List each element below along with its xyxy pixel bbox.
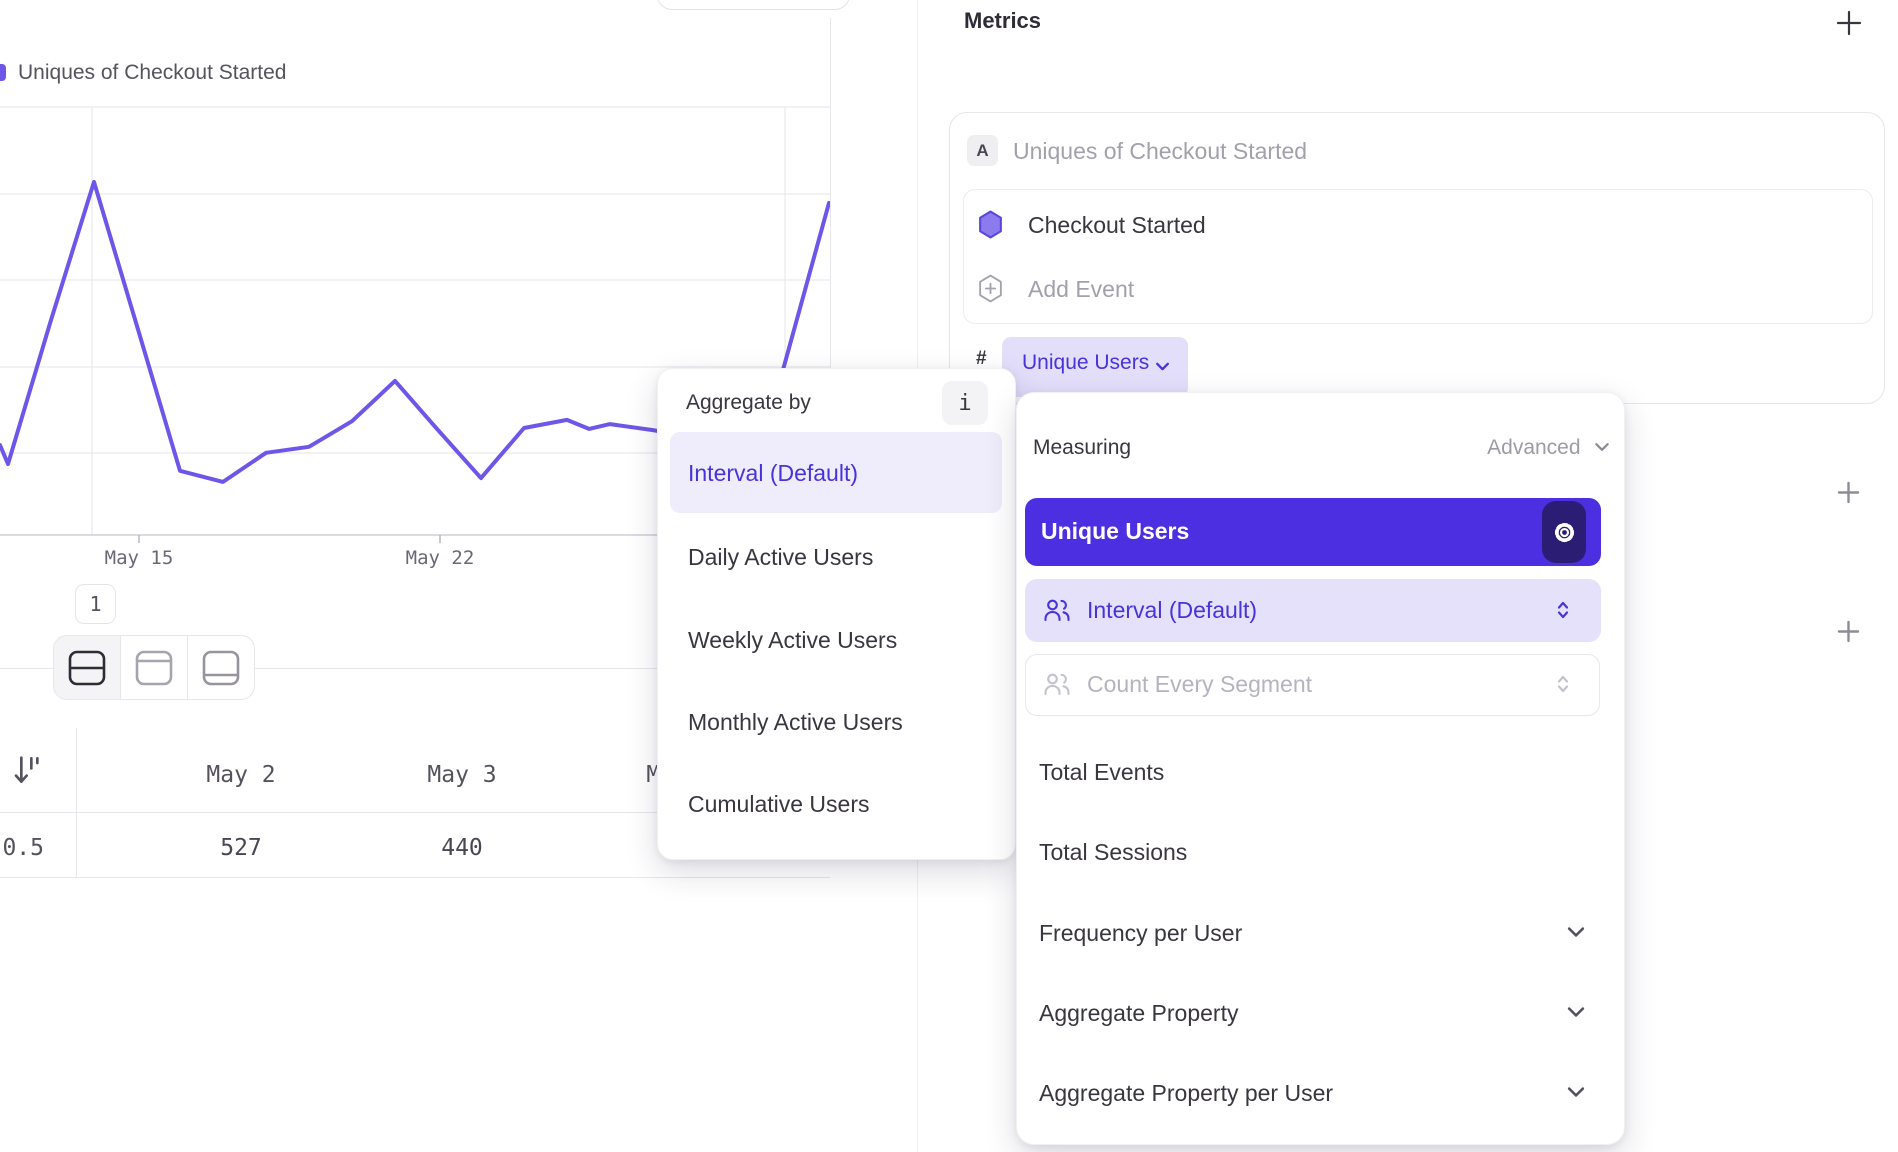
measure-chip-label: Unique Users: [1022, 351, 1149, 375]
measuring-title: Measuring: [1033, 436, 1131, 460]
sort-icon[interactable]: [12, 752, 44, 790]
measuring-option[interactable]: Frequency per User: [1039, 921, 1242, 945]
metrics-heading: Metrics: [964, 8, 1041, 34]
metric-badge: A: [967, 135, 998, 166]
add-filter-button[interactable]: [1837, 481, 1860, 504]
measure-settings-button[interactable]: [1542, 501, 1586, 563]
metric-title[interactable]: Uniques of Checkout Started: [1013, 138, 1307, 165]
table-cell: 440: [382, 835, 542, 861]
svg-text:May 15: May 15: [105, 547, 174, 569]
users-icon: [1042, 596, 1072, 624]
chevron-down-icon: [1565, 921, 1587, 943]
aggregate-option[interactable]: Weekly Active Users: [688, 628, 897, 652]
aggregate-by-title: Aggregate by: [686, 391, 811, 415]
layout-split-icon: [68, 650, 106, 686]
chevron-down-icon: [1154, 358, 1171, 375]
layout-header-icon: [135, 650, 173, 686]
chevron-up-down-icon: [1551, 672, 1575, 696]
count-every-segment-label: Count Every Segment: [1087, 672, 1312, 696]
hexagon-icon: [978, 210, 1003, 239]
add-metric-button[interactable]: [1835, 9, 1863, 37]
chevron-down-icon: [1565, 1081, 1587, 1103]
advanced-label: Advanced: [1487, 436, 1580, 459]
plus-icon: [1837, 481, 1860, 504]
hexagon-plus-icon: [978, 274, 1003, 303]
plus-icon: [1837, 620, 1860, 643]
layout-split-button[interactable]: [54, 636, 121, 699]
layout-header-button[interactable]: [121, 636, 188, 699]
table-row-border: [0, 877, 830, 878]
table-cell: 527: [161, 835, 321, 861]
chevron-up-down-icon: [1551, 598, 1575, 622]
users-icon: [1042, 670, 1072, 698]
plus-icon: [1835, 9, 1863, 37]
aggregate-option[interactable]: Cumulative Users: [688, 792, 870, 816]
measuring-option[interactable]: Total Events: [1039, 760, 1164, 784]
layout-toggle: [53, 635, 255, 700]
aggregate-option-selected[interactable]: Interval (Default): [670, 432, 1002, 513]
aggregate-option-label: Interval (Default): [688, 461, 858, 485]
operator-symbol: #: [976, 348, 987, 370]
table-row-label: 0.5: [0, 835, 44, 861]
event-group-card: [963, 189, 1873, 324]
aggregate-by-popup: Aggregate by i Interval (Default) Daily …: [657, 368, 1016, 860]
info-button[interactable]: i: [942, 381, 988, 425]
insights-report-page: Uniques of Checkout Started May 15 May 22…: [0, 0, 1898, 1152]
measuring-popup: Measuring Advanced Unique Users: [1016, 392, 1625, 1145]
interval-row-label: Interval (Default): [1087, 598, 1257, 622]
count-every-segment-row[interactable]: Count Every Segment: [1025, 654, 1600, 716]
table-vertical-border: [76, 728, 77, 878]
measure-chip[interactable]: Unique Users: [1002, 337, 1188, 397]
page-number-badge[interactable]: 1: [75, 584, 116, 624]
interval-row[interactable]: Interval (Default): [1025, 579, 1601, 642]
svg-text:May 22: May 22: [406, 547, 475, 569]
gear-icon: [1551, 519, 1578, 546]
aggregate-option[interactable]: Daily Active Users: [688, 545, 873, 569]
layout-footer-button[interactable]: [188, 636, 254, 699]
event-row-label[interactable]: Checkout Started: [1028, 212, 1206, 239]
table-col-header[interactable]: May 3: [382, 762, 542, 788]
chevron-down-icon: [1593, 438, 1611, 456]
measuring-option[interactable]: Aggregate Property: [1039, 1001, 1238, 1025]
advanced-dropdown[interactable]: Advanced: [1431, 436, 1611, 460]
unique-users-button-label: Unique Users: [1041, 518, 1189, 545]
table-col-header[interactable]: May 2: [161, 762, 321, 788]
chevron-down-icon: [1565, 1001, 1587, 1023]
add-breakdown-button[interactable]: [1837, 620, 1860, 643]
layout-footer-icon: [202, 650, 240, 686]
measuring-option[interactable]: Aggregate Property per User: [1039, 1081, 1333, 1105]
aggregate-option[interactable]: Monthly Active Users: [688, 710, 903, 734]
unique-users-button[interactable]: Unique Users: [1025, 498, 1601, 566]
add-event-button[interactable]: Add Event: [1028, 276, 1134, 303]
measuring-option[interactable]: Total Sessions: [1039, 840, 1187, 864]
